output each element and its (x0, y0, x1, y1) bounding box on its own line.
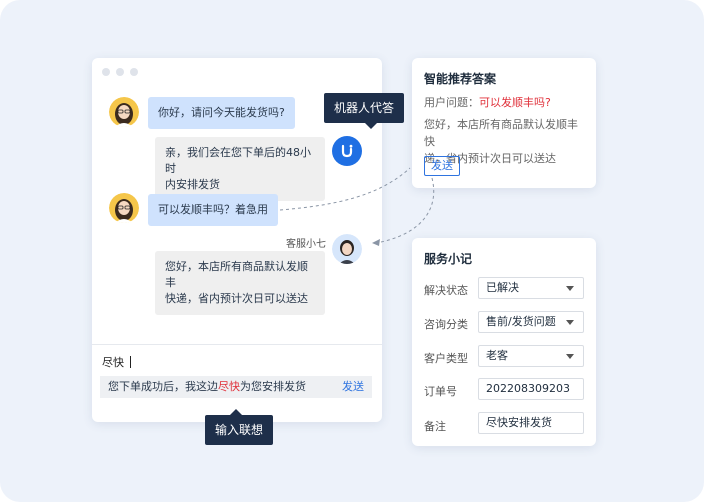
bot-message: 亲，我们会在您下单后的48小时 内安排发货 (155, 137, 325, 201)
customer-avatar (109, 193, 139, 223)
field-label: 客户类型 (424, 352, 468, 365)
window-dots (102, 68, 138, 76)
field-value: 售前/发货问题 (486, 315, 556, 328)
card-title: 智能推荐答案 (424, 72, 497, 86)
field-value: 老客 (486, 349, 508, 362)
field-value: 202208309203 (486, 382, 570, 395)
chat-input[interactable]: 尽快 (102, 354, 131, 370)
message-line: 亲，我们会在您下单后的48小时 (165, 146, 311, 175)
tooltip-arrow (230, 409, 242, 415)
send-answer-button[interactable]: 发送 (424, 156, 460, 176)
bot-reply-tooltip: 机器人代答 (324, 93, 405, 129)
bot-icon (332, 136, 362, 166)
remark-field[interactable]: 尽快安排发货 (478, 412, 584, 434)
inquiry-category-select[interactable]: 售前/发货问题 (478, 311, 584, 333)
message-line: 快递，省内预计次日可以送达 (165, 292, 308, 305)
agent-message: 您好，本店所有商品默认发顺丰 快递，省内预计次日可以送达 (155, 251, 325, 315)
window-dot (102, 68, 110, 76)
agent-name: 客服小七 (286, 239, 326, 250)
chevron-down-icon (566, 320, 574, 325)
suggestion-suffix: 为您安排发货 (240, 380, 306, 393)
field-label: 订单号 (424, 385, 457, 398)
input-divider (92, 344, 382, 345)
input-suggestion[interactable]: 您下单成功后，我这边尽快为您安排发货 发送 (100, 376, 372, 398)
resolution-status-select[interactable]: 已解决 (478, 277, 584, 299)
customer-type-select[interactable]: 老客 (478, 345, 584, 367)
input-assoc-tooltip-text: 输入联想 (215, 423, 264, 437)
customer-message: 你好，请问今天能发货吗? (148, 97, 295, 129)
card-title: 服务小记 (424, 252, 473, 266)
input-assoc-tooltip: 输入联想 (205, 409, 274, 445)
bot-reply-tooltip-text: 机器人代答 (334, 101, 395, 115)
customer-message: 可以发顺丰吗？着急用 (148, 194, 278, 226)
field-label: 解决状态 (424, 284, 468, 297)
text-caret (130, 356, 131, 368)
chat-input-value: 尽快 (102, 356, 124, 369)
question-label: 用户问题： (424, 96, 479, 109)
smart-answer-card: 智能推荐答案 用户问题：可以发顺丰吗? 您好，本店所有商品默认发顺丰快 递，省内… (412, 58, 596, 188)
order-number-field[interactable]: 202208309203 (478, 378, 584, 400)
field-label: 咨询分类 (424, 318, 468, 331)
suggestion-prefix: 您下单成功后，我这边 (108, 380, 218, 393)
field-value: 尽快安排发货 (486, 416, 552, 429)
tooltip-arrow (365, 123, 377, 129)
suggestion-highlight: 尽快 (218, 380, 240, 393)
question-text: 可以发顺丰吗? (479, 96, 551, 109)
service-notes-card: 服务小记 解决状态 已解决 咨询分类 售前/发货问题 客户类型 老客 订单号 2… (412, 238, 596, 446)
message-line: 内安排发货 (165, 178, 220, 191)
field-value: 已解决 (486, 281, 519, 294)
chevron-down-icon (566, 286, 574, 291)
message-line: 您好，本店所有商品默认发顺丰 (165, 260, 308, 289)
field-label: 备注 (424, 420, 446, 433)
customer-avatar (109, 97, 139, 127)
chevron-down-icon (566, 354, 574, 359)
answer-line: 您好，本店所有商品默认发顺丰快 (424, 118, 578, 148)
window-dot (130, 68, 138, 76)
suggestion-send-button[interactable]: 发送 (342, 376, 364, 398)
agent-avatar (332, 234, 362, 264)
user-question: 用户问题：可以发顺丰吗? (424, 94, 551, 110)
window-dot (116, 68, 124, 76)
